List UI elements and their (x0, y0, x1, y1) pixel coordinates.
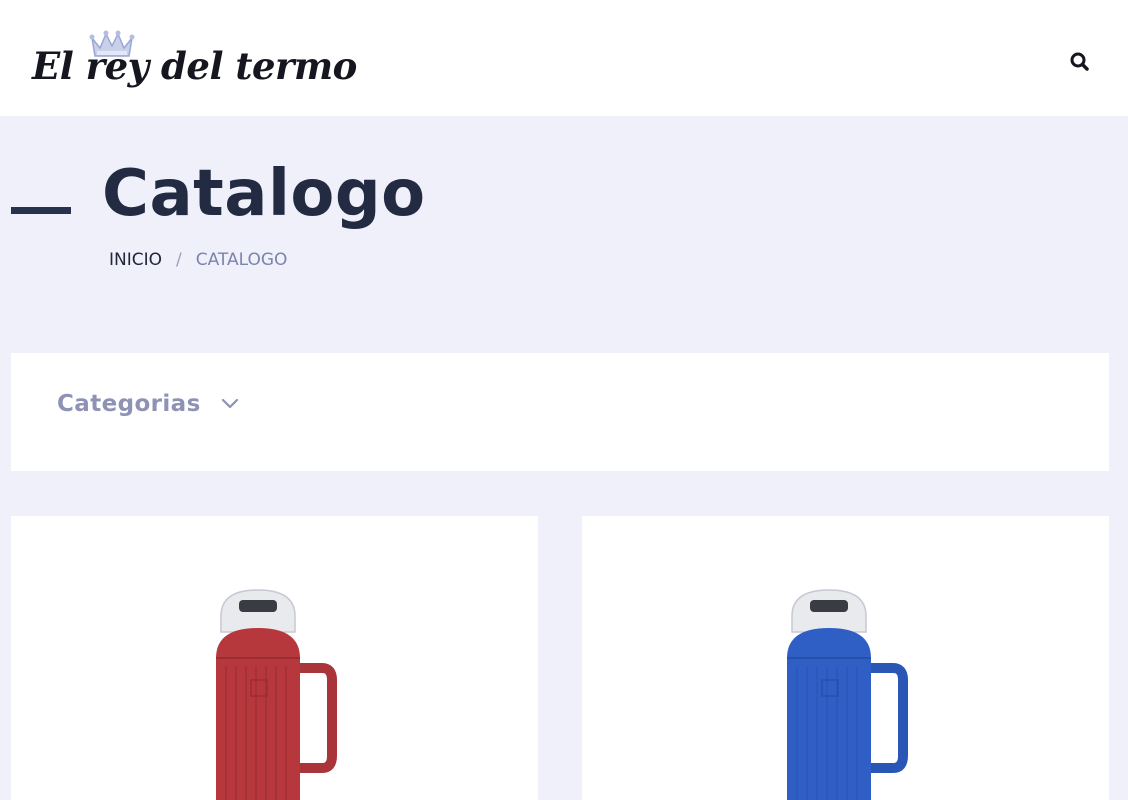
filter-bar: Categorias (11, 353, 1109, 471)
search-icon (1070, 52, 1089, 71)
page-title: Catalogo (102, 157, 426, 231)
breadcrumb-current: CATALOGO (195, 250, 288, 270)
search-button[interactable] (1066, 48, 1094, 76)
site-logo[interactable]: El rey del termo (32, 28, 357, 98)
product-card[interactable] (11, 516, 538, 800)
breadcrumb: INICIO / CATALOGO (109, 250, 287, 270)
categories-dropdown[interactable]: Categorias (57, 391, 241, 417)
blue-thermos-image (787, 589, 908, 800)
site-header: El rey del termo (0, 0, 1128, 116)
product-card[interactable] (582, 516, 1109, 800)
categories-label: Categorias (57, 391, 201, 417)
title-accent-dash (11, 207, 71, 214)
breadcrumb-home-link[interactable]: INICIO (109, 250, 162, 270)
chevron-down-icon (221, 398, 238, 409)
red-thermos-image (216, 589, 337, 800)
breadcrumb-separator: / (176, 250, 182, 270)
logo-text: El rey del termo (32, 44, 357, 88)
